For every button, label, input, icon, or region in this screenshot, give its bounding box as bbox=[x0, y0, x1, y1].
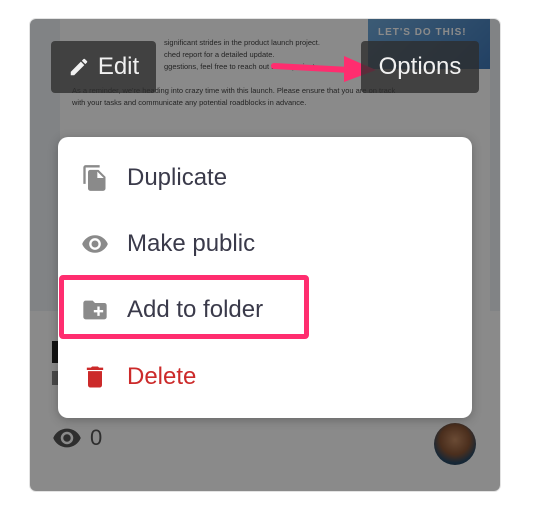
options-button[interactable]: Options bbox=[361, 41, 479, 93]
menu-item-make-public[interactable]: Make public bbox=[58, 217, 472, 271]
options-label: Options bbox=[378, 53, 462, 80]
file-copy-icon bbox=[80, 163, 110, 193]
menu-item-duplicate[interactable]: Duplicate bbox=[58, 151, 472, 205]
edit-button[interactable]: Edit bbox=[51, 41, 156, 93]
menu-item-label: Add to folder bbox=[127, 296, 264, 323]
menu-item-delete[interactable]: Delete bbox=[58, 350, 472, 404]
edit-label: Edit bbox=[97, 53, 140, 80]
pencil-icon bbox=[70, 58, 88, 76]
menu-item-label: Make public bbox=[127, 230, 256, 257]
menu-item-add-to-folder[interactable]: Add to folder bbox=[58, 283, 472, 337]
stage: significant strides in the product launc… bbox=[0, 0, 554, 514]
folder-add-icon bbox=[80, 295, 110, 325]
eye-icon bbox=[80, 229, 110, 259]
trash-icon bbox=[80, 362, 110, 392]
options-menu: Duplicate Make public Add to folder Dele… bbox=[58, 137, 472, 418]
menu-item-label: Duplicate bbox=[127, 164, 228, 191]
menu-item-label: Delete bbox=[127, 363, 197, 390]
